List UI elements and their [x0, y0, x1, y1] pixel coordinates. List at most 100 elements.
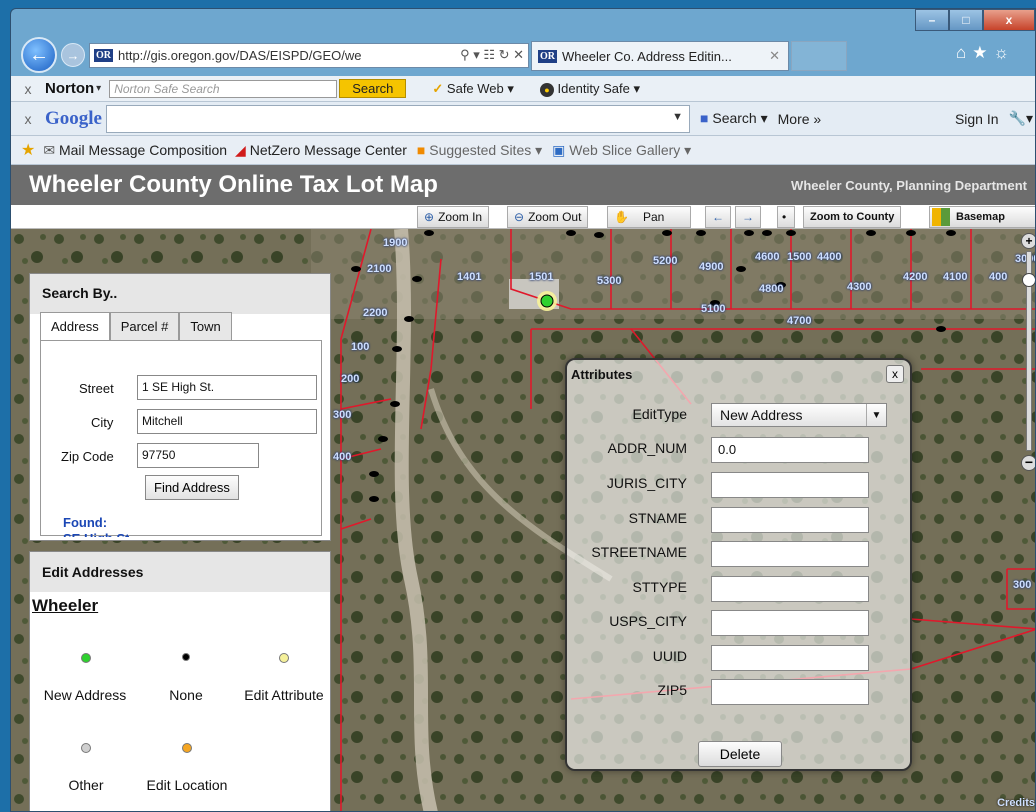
other-symbol[interactable] — [81, 743, 91, 753]
zoom-minus-icon[interactable]: − — [1021, 455, 1035, 471]
county-name: Wheeler — [32, 596, 99, 615]
edit-attribute-symbol[interactable] — [279, 653, 289, 663]
lot-label: 4900 — [699, 261, 724, 273]
lot-label: 4600 — [755, 251, 780, 263]
search-panel: Search By.. Address Parcel # Town Street… — [29, 273, 331, 541]
google-search-input[interactable]: ▼ — [106, 104, 690, 133]
page-content: Wheeler County Online Tax Lot Map Wheele… — [11, 165, 1035, 811]
address-bar-actions[interactable]: ⚲ ▾ ☷ ↻ ✕ — [460, 47, 524, 63]
new-tab-button[interactable] — [791, 41, 847, 71]
sttype-label: STTYPE — [632, 579, 687, 595]
address-bar[interactable]: OR http://gis.oregon.gov/DAS/EISPD/GEO/w… — [89, 43, 529, 68]
web-slice-icon: ▣ — [552, 141, 566, 158]
lot-label: 5100 — [701, 303, 726, 315]
norton-close-icon[interactable]: x — [11, 81, 45, 97]
favorite-netzero[interactable]: ◢ NetZero Message Center — [235, 142, 407, 159]
none-symbol[interactable] — [182, 653, 190, 661]
chevron-down-icon: ▼ — [866, 404, 886, 426]
addr-num-label: ADDR_NUM — [607, 440, 687, 456]
zip5-input[interactable] — [711, 679, 869, 705]
identity-safe-menu[interactable]: ● Identity Safe ▾ — [539, 81, 640, 97]
tab-close-icon[interactable]: ✕ — [769, 48, 780, 64]
juris-city-input[interactable] — [711, 472, 869, 498]
app-title: Wheeler County Online Tax Lot Map — [29, 171, 438, 198]
street-label: Street — [79, 381, 114, 396]
forward-button[interactable]: → — [61, 43, 85, 67]
tab-address[interactable]: Address — [40, 312, 110, 341]
sign-in-link[interactable]: Sign In — [955, 111, 999, 127]
basemap-button[interactable]: Basemap — [929, 206, 1035, 228]
norton-search-button[interactable]: Search — [339, 79, 407, 98]
site-favicon-icon: OR — [94, 49, 113, 62]
close-icon[interactable]: x — [886, 365, 904, 383]
back-button[interactable]: ← — [21, 37, 57, 73]
zoom-thumb[interactable] — [1022, 273, 1035, 287]
norton-toolbar: x Norton ▾ Norton Safe Search Search ✓ Sa… — [11, 76, 1035, 102]
search-panel-title: Search By.. — [30, 274, 330, 314]
credits-link[interactable]: Credits — [997, 797, 1035, 809]
streetname-input[interactable] — [711, 541, 869, 567]
more-menu[interactable]: More » — [778, 111, 822, 127]
app-header: Wheeler County Online Tax Lot Map Wheele… — [11, 165, 1035, 205]
browser-tab[interactable]: OR Wheeler Co. Address Editin... ✕ — [531, 41, 789, 71]
pan-button[interactable]: ✋ Pan — [607, 206, 691, 228]
addr-num-input[interactable]: 0.0 — [711, 437, 869, 463]
map-toolbar: ⊕ Zoom In ⊖ Zoom Out ✋ Pan ← → • Zoom to Co… — [11, 205, 1035, 229]
zoom-slider[interactable]: + − — [1021, 233, 1035, 473]
stname-label: STNAME — [628, 510, 687, 526]
next-extent-button[interactable]: → — [735, 206, 761, 228]
city-input[interactable]: Mitchell — [137, 409, 317, 434]
zoom-in-button[interactable]: ⊕ Zoom In — [417, 206, 490, 228]
close-window-button[interactable]: x — [983, 9, 1035, 31]
zoom-out-icon: ⊖ — [514, 210, 525, 224]
streetname-label: STREETNAME — [591, 544, 687, 560]
zip-input[interactable]: 97750 — [137, 443, 259, 468]
previous-extent-button[interactable]: ← — [705, 206, 731, 228]
street-input[interactable]: 1 SE High St. — [137, 375, 317, 400]
norton-logo[interactable]: Norton — [45, 80, 94, 97]
arrow-right-icon: → — [742, 210, 754, 224]
edit-location-symbol[interactable] — [182, 743, 192, 753]
url-text: http://gis.oregon.gov/DAS/EISPD/GEO/we — [118, 48, 362, 63]
tab-town[interactable]: Town — [179, 312, 232, 340]
wrench-icon[interactable]: 🔧▾ — [1009, 110, 1033, 127]
tab-parcel[interactable]: Parcel # — [109, 312, 180, 340]
arrow-left-icon: ← — [712, 210, 724, 224]
minimize-button[interactable]: – — [915, 9, 949, 31]
zoom-out-button[interactable]: ⊖ Zoom Out — [507, 206, 589, 228]
usps-city-input[interactable] — [711, 610, 869, 636]
favorites-star-icon[interactable]: ★ — [21, 140, 35, 160]
edittype-select[interactable]: New Address ▼ — [711, 403, 887, 427]
uuid-label: UUID — [652, 648, 687, 664]
edit-addresses-panel: Edit Addresses Wheeler New Address None … — [29, 551, 331, 811]
google-close-icon[interactable]: x — [11, 111, 45, 127]
google-search-button[interactable]: ■ Search ▾ — [700, 110, 768, 127]
favorite-web-slice-gallery[interactable]: ▣ Web Slice Gallery ▾ — [552, 142, 691, 159]
favorite-suggested-sites[interactable]: ■ Suggested Sites ▾ — [417, 142, 542, 159]
sttype-input[interactable] — [711, 576, 869, 602]
uuid-input[interactable] — [711, 645, 869, 671]
find-address-button[interactable]: Find Address — [145, 475, 239, 500]
safe-web-menu[interactable]: ✓ Safe Web ▾ — [432, 81, 514, 97]
new-address-symbol[interactable] — [81, 653, 91, 663]
found-result-link[interactable]: SE High St — [63, 531, 129, 537]
google-logo: Google — [45, 107, 102, 129]
address-row: ← → OR http://gis.oregon.gov/DAS/EISPD/G… — [11, 37, 1035, 73]
stname-input[interactable] — [711, 507, 869, 533]
delete-button[interactable]: Delete — [698, 741, 782, 767]
lot-label: 2100 — [367, 263, 392, 275]
maximize-button[interactable]: □ — [949, 9, 983, 31]
found-label: Found: — [63, 515, 108, 530]
lot-label: 1500 — [787, 251, 812, 263]
favorite-mail[interactable]: ✉ Mail Message Composition — [43, 142, 227, 159]
lot-label: 400 — [333, 451, 352, 463]
full-extent-icon[interactable]: • — [777, 206, 795, 228]
browser-home-favorites-tools-icons[interactable]: ⌂★☼ — [956, 43, 1015, 63]
zoom-to-county-button[interactable]: Zoom to County — [803, 206, 902, 228]
lot-label: 5300 — [597, 275, 622, 287]
zoom-plus-icon[interactable]: + — [1021, 233, 1035, 249]
suggested-sites-icon: ■ — [416, 141, 426, 158]
usps-city-label: USPS_CITY — [609, 613, 687, 629]
norton-search-input[interactable]: Norton Safe Search — [109, 79, 338, 98]
dropdown-arrow-icon[interactable]: ▼ — [672, 111, 683, 123]
